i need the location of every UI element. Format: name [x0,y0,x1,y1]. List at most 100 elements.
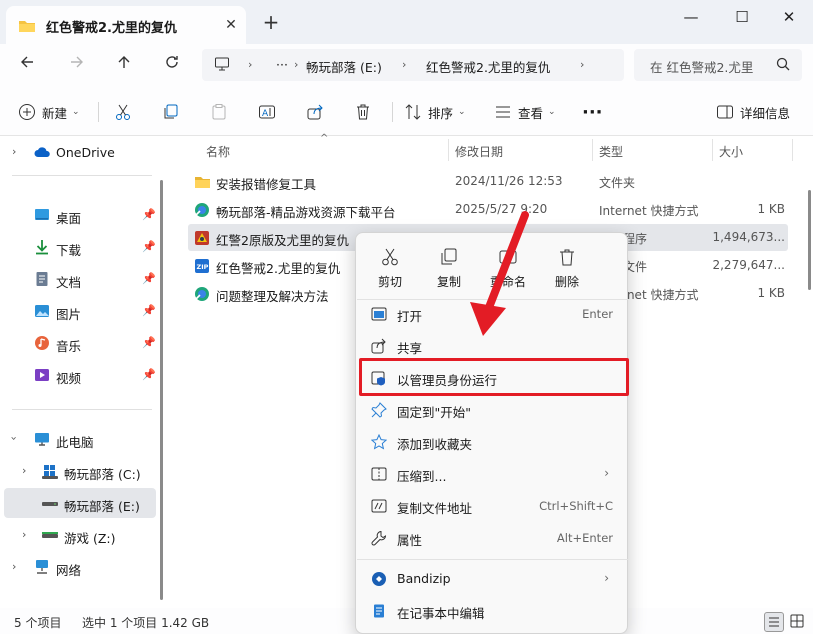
rename-icon: A [259,105,275,119]
file-list-scrollbar[interactable] [808,190,811,290]
sidebar-item-downloads[interactable]: 下载 📌 [4,232,156,262]
column-divider[interactable] [792,139,793,161]
details-view-button[interactable] [764,612,784,632]
selection-info: 选中 1 个项目 1.42 GB [82,616,210,630]
view-button[interactable]: 查看 ⌄ [494,100,556,124]
video-icon [34,367,50,383]
delete-button[interactable] [354,100,372,124]
pictures-icon [34,303,50,319]
menu-item-add-to-favorites[interactable]: 添加到收藏夹 [362,426,623,458]
share-button[interactable] [306,100,324,124]
file-type: Internet 快捷方式 [599,204,699,218]
rename-button[interactable]: A [258,100,276,124]
sidebar-item-desktop[interactable]: 桌面 📌 [4,200,156,230]
navigation-scrollbar[interactable] [160,180,163,600]
chevron-right-icon: › [580,58,585,71]
address-more-button[interactable]: ··· [276,57,288,72]
sidebar-item-drive-e[interactable]: 畅玩部落 (E:) [4,488,156,518]
file-row[interactable]: 畅玩部落-精品游戏资源下载平台 2025/5/27 9:20 Internet … [188,196,788,223]
sidebar-item-label: 此电脑 [56,435,94,450]
sidebar-item-network[interactable]: › 网络 [4,552,156,582]
file-row[interactable]: 安装报错修复工具 2024/11/26 12:53 文件夹 [188,168,788,195]
chevron-down-icon: ⌄ [458,107,466,117]
sort-button[interactable]: 排序 ⌄ [404,100,466,124]
computer-icon [34,431,50,447]
copy-quick-action[interactable]: 复制 [423,243,475,291]
chevron-down-icon: ⌄ [548,107,556,117]
sidebar-item-label: 音乐 [56,339,82,354]
file-name: 红色警戒2.尤里的复仇 [216,261,341,276]
search-box[interactable]: 在 红色警戒2.尤里 [634,49,802,81]
column-header-label: 修改日期 [455,145,504,159]
title-bar: 红色警戒2.尤里的复仇 ✕ + — ☐ ✕ [0,0,813,44]
menu-item-open[interactable]: 打开 Enter [362,298,623,330]
sidebar-item-videos[interactable]: 视频 📌 [4,360,156,390]
network-icon [34,559,50,575]
new-button[interactable]: 新建 ⌄ [18,100,80,124]
pin-icon [371,402,387,418]
rename-label: 重命名 [489,275,526,289]
new-tab-button[interactable]: + [258,10,284,36]
close-tab-button[interactable]: ✕ [220,14,242,36]
sidebar-item-onedrive[interactable]: › OneDrive [4,137,156,167]
maximize-button[interactable]: ☐ [727,6,757,30]
column-header-size[interactable]: 大小 [713,137,793,163]
sidebar-item-drive-c[interactable]: › 畅玩部落 (C:) [4,456,156,486]
pin-icon: 📌 [142,336,156,349]
paste-button[interactable] [210,100,228,124]
minimize-button[interactable]: — [676,6,706,30]
window-tab[interactable]: 红色警戒2.尤里的复仇 ✕ [6,6,246,44]
rename-icon [498,247,518,267]
menu-item-edit-in-notepad[interactable]: 在记事本中编辑 [362,595,623,627]
sidebar-item-pictures[interactable]: 图片 📌 [4,296,156,326]
chevron-right-icon: › [22,464,27,477]
copy-icon [439,247,459,267]
address-bar[interactable]: › ··· › 畅玩部落 (E:) › 红色警戒2.尤里的复仇 › [202,49,624,81]
sidebar-item-label: 桌面 [56,211,82,226]
cut-quick-action[interactable]: 剪切 [364,243,416,291]
divider [98,102,99,122]
close-window-button[interactable]: ✕ [774,6,804,30]
rename-quick-action[interactable]: 重命名 [482,243,534,291]
menu-item-bandizip[interactable]: Bandizip › [362,563,623,595]
sidebar-item-this-pc[interactable]: › 此电脑 [4,424,156,454]
more-options-button[interactable]: ··· [582,100,603,124]
copy-button[interactable] [162,100,180,124]
pin-icon: 📌 [142,240,156,253]
bandizip-icon [371,571,387,587]
menu-item-copy-path[interactable]: 复制文件地址 Ctrl+Shift+C [362,490,623,522]
sidebar-item-music[interactable]: 音乐 📌 [4,328,156,358]
arrow-left-icon [21,56,33,68]
cut-button[interactable] [114,100,132,124]
breadcrumb-folder[interactable]: 红色警戒2.尤里的复仇 [426,57,550,76]
sidebar-item-label: 文档 [56,275,82,290]
column-header-type[interactable]: 类型 [593,137,711,163]
column-header-name[interactable]: 名称 [188,137,448,163]
forward-button[interactable] [64,54,90,76]
menu-item-label: 在记事本中编辑 [397,606,485,621]
delete-quick-action[interactable]: 删除 [541,243,593,291]
back-button[interactable] [14,54,40,76]
chevron-right-icon: › [294,58,299,71]
menu-item-shortcut: Ctrl+Shift+C [539,499,613,513]
sidebar-item-documents[interactable]: 文档 📌 [4,264,156,294]
menu-item-pin-to-start[interactable]: 固定到"开始" [362,394,623,426]
desktop-icon [34,207,50,223]
tiles-view-button[interactable] [788,612,808,632]
column-header-date[interactable]: 修改日期 [449,137,591,163]
details-pane-button[interactable]: 详细信息 [716,100,790,124]
view-list-icon [496,106,510,118]
chevron-down-icon: ⌄ [72,107,80,117]
menu-item-compress[interactable]: 压缩到... › [362,458,623,490]
sidebar-item-drive-z[interactable]: › 游戏 (Z:) [4,520,156,550]
wrench-icon [371,530,387,546]
cut-label: 剪切 [377,275,402,289]
copy-path-icon [371,498,387,514]
up-button[interactable] [111,54,137,76]
breadcrumb-drive[interactable]: 畅玩部落 (E:) [306,57,382,76]
file-name: 红警2原版及尤里的复仇 [216,233,349,248]
context-menu: 剪切 复制 重命名 删除 打开 Enter 共享 以管理员身份运行 固定到"开始… [355,232,628,634]
menu-item-properties[interactable]: 属性 Alt+Enter [362,522,623,554]
refresh-button[interactable] [159,54,185,76]
application-icon [194,230,210,246]
